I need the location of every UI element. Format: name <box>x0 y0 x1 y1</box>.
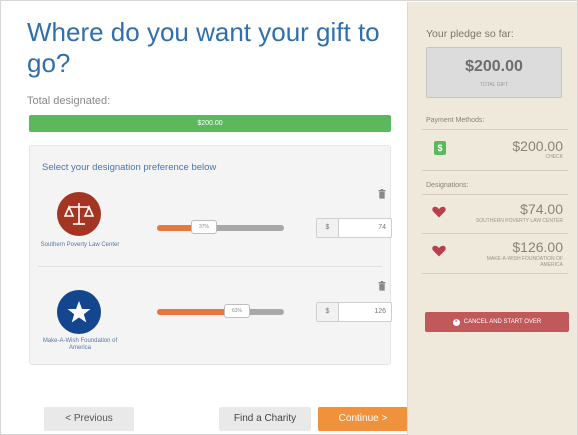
close-icon: × <box>452 318 460 326</box>
pledge-label: Your pledge so far: <box>426 28 514 40</box>
amount-value[interactable]: 126 <box>339 303 391 321</box>
previous-button[interactable]: < Previous <box>44 407 134 431</box>
designations-label: Designations: <box>426 182 469 189</box>
designation-amount: $126.00 <box>512 239 563 255</box>
total-designated-progress-bar: $200.00 <box>29 115 391 132</box>
divider <box>422 273 568 274</box>
star-icon <box>67 301 91 323</box>
cancel-button-label: CANCEL AND START OVER <box>463 319 542 325</box>
designation-panel: Select your designation preference below <box>29 145 392 365</box>
allocation-slider[interactable]: 63% <box>157 304 284 318</box>
cancel-and-start-over-button[interactable]: × CANCEL AND START OVER <box>425 312 569 332</box>
heart-icon <box>432 206 446 218</box>
delete-icon[interactable] <box>378 281 386 291</box>
divider <box>422 129 568 130</box>
page-title: Where do you want your gift to go? <box>27 17 380 78</box>
total-designated-label: Total designated: <box>27 95 111 107</box>
charity-name: Make-A-Wish Foundation of America <box>42 338 118 351</box>
designation-name: SOUTHERN POVERTY LAW CENTER <box>475 218 563 224</box>
row-divider <box>38 266 382 267</box>
pledge-amount: $200.00 <box>465 58 523 75</box>
payment-amount: $200.00 <box>512 138 563 154</box>
total-designated-amount: $200.00 <box>197 120 223 127</box>
designation-name: MAKE-A-WISH FOUNDATION OF AMERICA <box>486 256 563 268</box>
pledge-sidebar: Your pledge so far: $200.00 TOTAL GIFT P… <box>407 2 577 435</box>
pledge-total-box: $200.00 TOTAL GIFT <box>426 47 562 98</box>
divider <box>422 194 568 195</box>
make-a-wish-logo <box>57 290 101 334</box>
divider <box>422 170 568 171</box>
payment-type: CHECK <box>545 154 563 160</box>
main-content: Where do you want your gift to go? Total… <box>17 11 408 431</box>
page-frame: Where do you want your gift to go? Total… <box>0 0 578 435</box>
payment-methods-label: Payment Methods: <box>426 117 485 124</box>
heart-icon <box>432 245 446 257</box>
designation-amount: $74.00 <box>520 201 563 217</box>
amount-input[interactable]: $ 126 <box>316 302 392 322</box>
find-a-charity-button[interactable]: Find a Charity <box>219 407 311 431</box>
charity-row-make-a-wish: Make-A-Wish Foundation of America 63% $ … <box>30 146 392 351</box>
continue-button[interactable]: Continue > <box>318 407 408 431</box>
slider-handle[interactable]: 63% <box>224 304 250 318</box>
divider <box>422 233 568 234</box>
pledge-sub-label: TOTAL GIFT <box>479 82 509 88</box>
dollar-icon: $ <box>434 141 446 155</box>
currency-symbol: $ <box>317 303 339 321</box>
